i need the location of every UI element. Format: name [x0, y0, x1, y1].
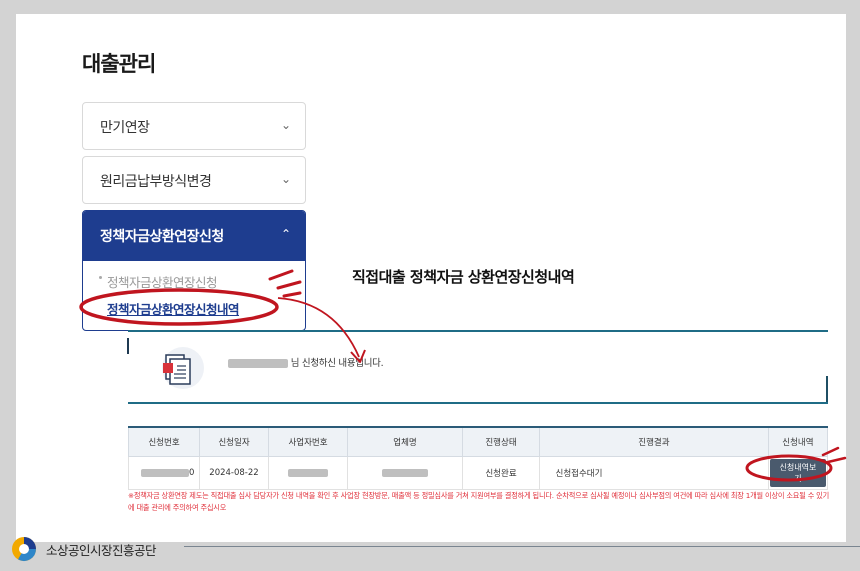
cell-business-number: [268, 456, 348, 490]
cell-status: 신청완료: [462, 456, 540, 490]
table-header-row: 신청번호 신청일자 사업자번호 업체명 진행상태 진행결과 신청내역: [128, 426, 829, 457]
cell-result: 신청접수대기: [539, 456, 618, 490]
chevron-down-icon: ⌄: [280, 118, 291, 132]
cell-company-name: [347, 456, 463, 490]
bullet-dot: [99, 276, 102, 279]
redacted-number: [141, 468, 189, 477]
accordion-item-label: 만기연장: [100, 120, 150, 136]
view-history-button[interactable]: 신청내역보기: [769, 459, 826, 487]
divider: [128, 330, 828, 332]
cell-date: 2024-08-22: [199, 456, 269, 490]
accordion-item-policy-fund-extension: 정책자금상환연장신청 ⌃ 정책자금상환연장신청 정책자금상환연장신청내역: [82, 210, 306, 331]
column-header: 신청번호: [128, 426, 200, 457]
column-header: 진행상태: [462, 426, 540, 457]
cell-action: 신청내역보기: [767, 456, 829, 490]
history-table: 신청번호 신청일자 사업자번호 업체명 진행상태 진행결과 신청내역 0 202…: [128, 426, 829, 490]
notice-text: ※정책자금 상환연장 제도는 직접대출 심사 담당자가 신청 내역을 확인 후 …: [128, 491, 830, 512]
organization-name: 소상공인시장진흥공단: [46, 543, 157, 558]
section-heading: 직접대출 정책자금 상환연장신청내역: [352, 268, 575, 286]
chevron-down-icon: ⌄: [280, 172, 291, 186]
table-row: 0 2024-08-22 신청완료 신청접수대기 신청내역보기: [128, 456, 829, 490]
accordion-item-repayment-method-change[interactable]: 원리금납부방식변경 ⌄: [82, 156, 306, 204]
footer-divider: [184, 546, 860, 547]
accordion-header-active[interactable]: 정책자금상환연장신청 ⌃: [83, 211, 305, 261]
cell-application-number: 0: [128, 456, 200, 490]
redacted-name: [228, 359, 288, 368]
applicant-message: 님 신청하신 내용입니다.: [228, 355, 384, 369]
submenu-item-history[interactable]: 정책자금상환연장신청내역: [107, 299, 240, 318]
submenu-item-apply[interactable]: 정책자금상환연장신청: [107, 272, 218, 291]
accent-bar: [127, 338, 129, 354]
document-icon: [162, 347, 204, 389]
corner-bracket: [808, 376, 828, 404]
page-title: 대출관리: [82, 52, 156, 76]
column-header: 신청일자: [199, 426, 269, 457]
column-header: 업체명: [347, 426, 463, 457]
cell-result-extra: [618, 456, 769, 490]
redacted-business-number: [288, 468, 328, 477]
column-header: 진행결과: [539, 426, 769, 457]
accordion-item-maturity-extension[interactable]: 만기연장 ⌄: [82, 102, 306, 150]
redacted-company-name: [382, 468, 428, 477]
message-text: 님 신청하신 내용입니다.: [290, 358, 384, 369]
organization-logo: [12, 537, 36, 562]
column-header: 신청내역: [767, 426, 829, 457]
accordion-item-label: 정책자금상환연장신청: [100, 229, 224, 245]
column-header: 사업자번호: [268, 426, 348, 457]
chevron-up-icon: ⌃: [280, 227, 291, 241]
accordion-item-label: 원리금납부방식변경: [100, 174, 212, 190]
divider: [128, 402, 828, 404]
